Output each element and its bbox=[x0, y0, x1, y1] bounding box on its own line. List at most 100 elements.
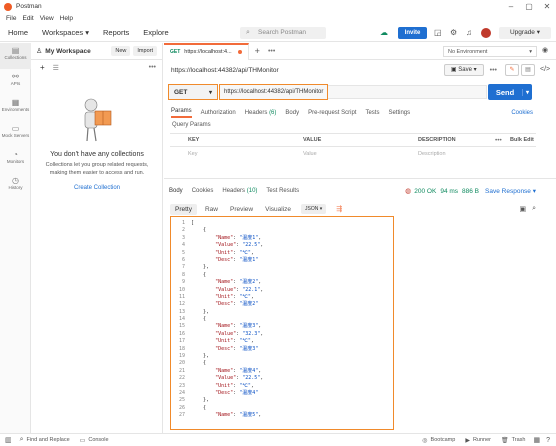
more-icon[interactable]: ••• bbox=[495, 137, 502, 144]
new-button[interactable]: New bbox=[111, 46, 131, 56]
environment-select[interactable]: No Environment ▾ bbox=[443, 46, 537, 57]
sync-icon[interactable]: ☁ bbox=[380, 28, 388, 38]
tab-params[interactable]: Params bbox=[171, 108, 192, 118]
filter-icon[interactable]: ☰ bbox=[53, 64, 59, 72]
tab-authorization[interactable]: Authorization bbox=[201, 110, 236, 116]
json-comma: , bbox=[250, 293, 254, 300]
more-options-icon[interactable]: ••• bbox=[490, 67, 497, 74]
save-response-button[interactable]: Save Response ▾ bbox=[485, 187, 536, 195]
maximize-icon[interactable]: ▢ bbox=[520, 2, 538, 11]
console-button[interactable]: Console bbox=[88, 437, 108, 443]
nav-reports[interactable]: Reports bbox=[103, 28, 129, 37]
bell-icon[interactable]: ♫ bbox=[466, 28, 472, 38]
trash-button[interactable]: Trash bbox=[512, 437, 526, 443]
import-button[interactable]: Import bbox=[133, 46, 157, 56]
cookies-link[interactable]: Cookies bbox=[511, 110, 533, 116]
url-input-extension[interactable] bbox=[328, 85, 487, 99]
save-button[interactable]: ▣ Save ▾ bbox=[443, 64, 484, 76]
json-key: "Name" bbox=[215, 412, 234, 419]
code-line: 10 "Value": "22.1", bbox=[171, 287, 393, 294]
workspace-name[interactable]: My Workspace bbox=[45, 48, 90, 55]
layout-icon[interactable]: ▦ bbox=[533, 436, 540, 444]
search-response-icon[interactable]: ⌕ bbox=[532, 205, 536, 213]
plus-icon[interactable]: + bbox=[40, 63, 45, 72]
avatar[interactable] bbox=[481, 28, 491, 38]
menu-file[interactable]: File bbox=[6, 15, 16, 22]
rail-apis[interactable]: ⚯ APIs bbox=[0, 69, 31, 95]
create-collection-link[interactable]: Create Collection bbox=[31, 185, 163, 191]
method-select[interactable]: GET ▾ bbox=[168, 84, 218, 100]
collections-icon: ▤ bbox=[11, 46, 20, 55]
tab-tests[interactable]: Tests bbox=[365, 110, 379, 116]
menu-view[interactable]: View bbox=[40, 15, 54, 22]
key-input[interactable]: Key bbox=[188, 151, 197, 157]
runner-button[interactable]: Runner bbox=[473, 437, 491, 443]
edit-icon[interactable]: ✎ bbox=[505, 64, 519, 76]
tab-more-icon[interactable]: ••• bbox=[268, 48, 275, 55]
new-tab-icon[interactable]: + bbox=[255, 46, 260, 56]
minimize-icon[interactable]: – bbox=[502, 2, 520, 11]
response-body[interactable]: 1[2 {3 "Name": "温度1", 4 "Value": "22.5", 5… bbox=[170, 216, 394, 430]
invite-button[interactable]: Invite bbox=[398, 27, 427, 39]
code-line: 27 "Name": "温度5", bbox=[171, 412, 393, 419]
description-input[interactable]: Description bbox=[418, 151, 446, 157]
eye-icon[interactable]: ◉ bbox=[542, 46, 548, 54]
upgrade-button[interactable]: Upgrade ▾ bbox=[499, 27, 551, 39]
rail-environments[interactable]: ▦ Environments bbox=[0, 95, 31, 121]
request-tab[interactable]: GET https://localhost:4... bbox=[164, 42, 249, 60]
json-value: "温度2" bbox=[239, 279, 259, 286]
resp-tab-cookies[interactable]: Cookies bbox=[192, 188, 214, 194]
copy-icon[interactable]: ▣ bbox=[519, 205, 526, 213]
mock-servers-icon: ▭ bbox=[11, 124, 20, 133]
search-input[interactable]: ⌕ Search Postman bbox=[240, 27, 326, 39]
capture-icon[interactable]: ◲ bbox=[434, 28, 442, 38]
search-icon: ⌕ bbox=[246, 29, 250, 36]
url-input[interactable]: https://localhost:44382/api/THMonitor bbox=[219, 84, 328, 100]
tab-settings[interactable]: Settings bbox=[388, 110, 410, 116]
menu-help[interactable]: Help bbox=[60, 15, 73, 22]
menu-edit[interactable]: Edit bbox=[22, 15, 33, 22]
view-preview[interactable]: Preview bbox=[230, 206, 253, 213]
line-number: 26 bbox=[178, 404, 185, 411]
help-icon[interactable]: ? bbox=[546, 437, 550, 444]
bootcamp-button[interactable]: Bootcamp bbox=[431, 437, 456, 443]
rail-history[interactable]: ◷ History bbox=[0, 173, 31, 199]
bulk-edit-link[interactable]: Bulk Edit bbox=[510, 137, 534, 143]
format-select[interactable]: JSON ▾ bbox=[301, 204, 327, 214]
tab-headers[interactable]: Headers (6) bbox=[245, 110, 277, 116]
code-line: 1[ bbox=[171, 220, 393, 227]
rail-collections[interactable]: ▤ Collections bbox=[0, 43, 31, 69]
comment-icon[interactable]: ▤ bbox=[521, 64, 535, 76]
line-number: 1 bbox=[181, 220, 185, 226]
sidebar-toggle-icon[interactable]: ▥ bbox=[5, 436, 12, 444]
code-punct: }, bbox=[191, 308, 210, 315]
nav-workspaces[interactable]: Workspaces ▾ bbox=[42, 28, 89, 37]
rail-label: Monitors bbox=[6, 159, 25, 164]
nav-explore[interactable]: Explore bbox=[143, 28, 168, 37]
more-icon[interactable]: ••• bbox=[149, 64, 156, 71]
gear-icon[interactable]: ⚙ bbox=[450, 28, 457, 38]
resp-tab-body[interactable]: Body bbox=[169, 188, 183, 194]
line-number: 24 bbox=[178, 389, 185, 396]
rail-mock-servers[interactable]: ▭ Mock Servers bbox=[0, 121, 31, 147]
send-button[interactable]: Send ▾ bbox=[488, 84, 532, 100]
method-label: GET bbox=[174, 88, 188, 96]
json-key: "Unit" bbox=[215, 249, 234, 256]
tab-body[interactable]: Body bbox=[285, 110, 299, 116]
rail-monitors[interactable]: ◔ Monitors bbox=[0, 147, 31, 173]
resp-tab-headers[interactable]: Headers (10) bbox=[222, 188, 257, 194]
close-icon[interactable]: ✕ bbox=[538, 2, 556, 11]
resp-tab-test-results[interactable]: Test Results bbox=[266, 188, 299, 194]
code-line: 7 }, bbox=[171, 264, 393, 271]
find-replace-button[interactable]: Find and Replace bbox=[27, 437, 70, 443]
code-icon[interactable]: </> bbox=[540, 66, 550, 73]
view-pretty[interactable]: Pretty bbox=[170, 203, 197, 215]
wrap-icon[interactable]: ⇶ bbox=[336, 205, 342, 213]
view-raw[interactable]: Raw bbox=[205, 206, 218, 213]
nav-home[interactable]: Home bbox=[8, 28, 28, 37]
request-name[interactable]: https://localhost:44382/api/THMonitor bbox=[171, 67, 279, 74]
view-visualize[interactable]: Visualize bbox=[265, 206, 291, 213]
request-name-row: https://localhost:44382/api/THMonitor ▣ … bbox=[171, 62, 535, 78]
value-input[interactable]: Value bbox=[303, 151, 317, 157]
tab-pre-request-script[interactable]: Pre-request Script bbox=[308, 110, 356, 116]
